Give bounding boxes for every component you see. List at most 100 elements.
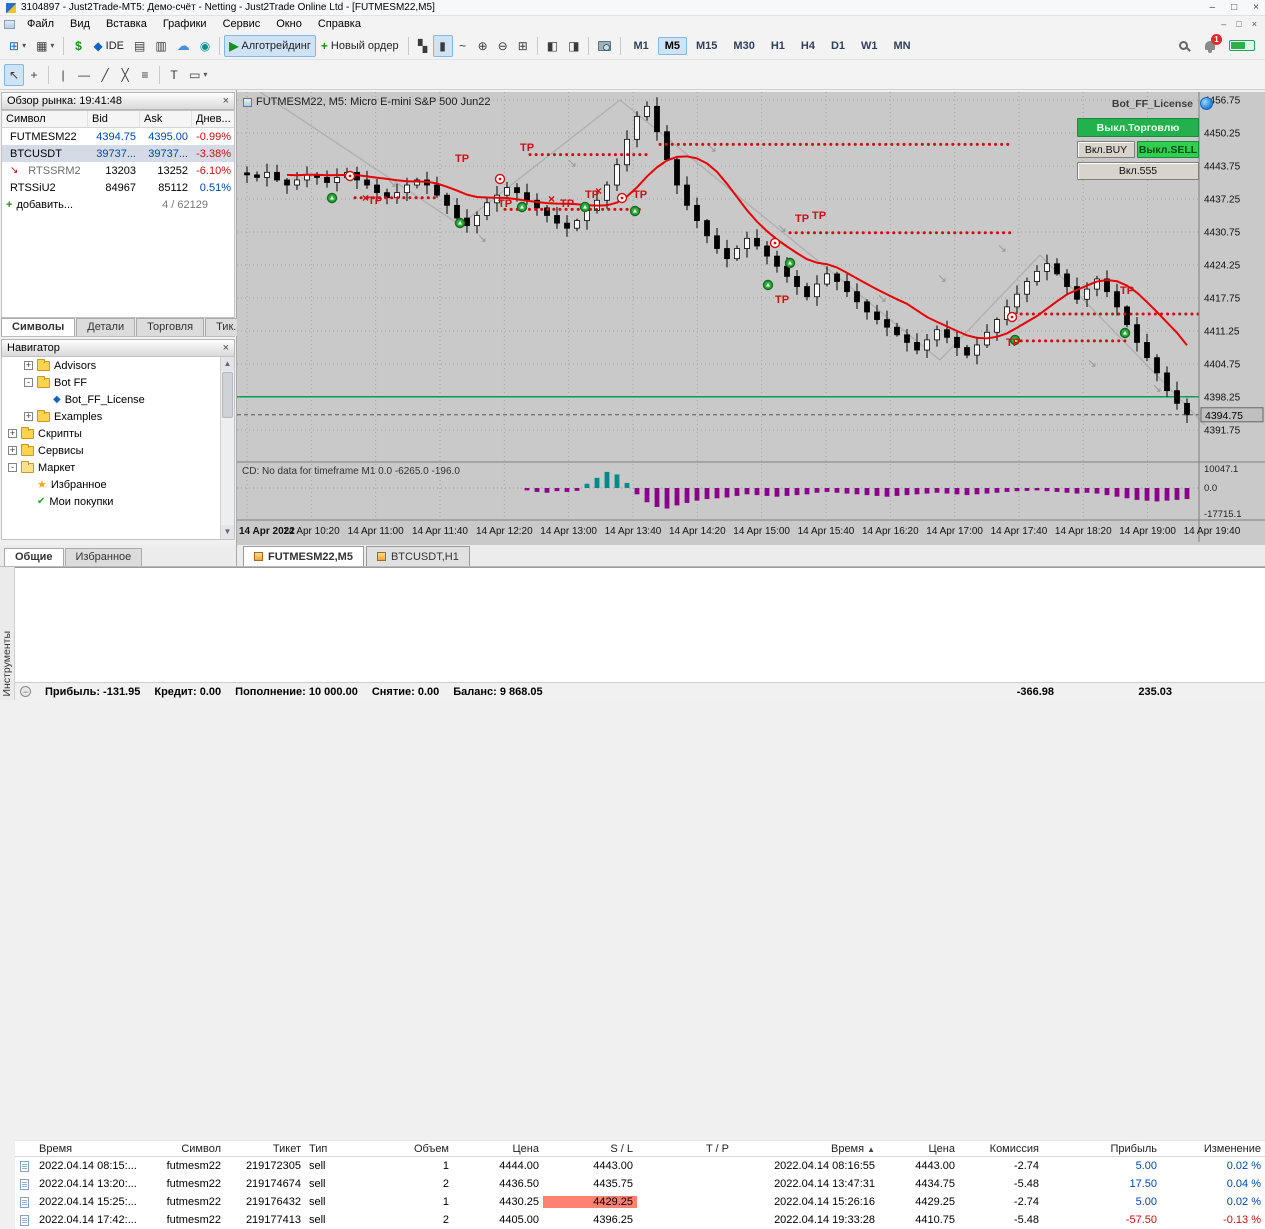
- menu-item-0[interactable]: Файл: [19, 17, 62, 31]
- market-watch-column-header[interactable]: Ask: [140, 111, 192, 127]
- navigator-scrollbar[interactable]: ▲ ▼: [220, 357, 234, 539]
- crosshair-tool-button[interactable]: +: [24, 64, 44, 86]
- history-row-3[interactable]: 2022.04.14 17:42:... futmesm22 219177413 se…: [15, 1211, 1265, 1229]
- toggle-trading-button[interactable]: Выкл.Торговлю: [1077, 118, 1199, 137]
- data-window-button[interactable]: ▤: [129, 35, 150, 57]
- search-button[interactable]: [1173, 35, 1193, 57]
- text-tool-button[interactable]: T: [164, 64, 184, 86]
- history-column-header-12[interactable]: Изменение: [1161, 1143, 1265, 1155]
- navigator-item-1[interactable]: - Bot FF: [2, 374, 234, 391]
- timeframe-m30-button[interactable]: M30: [726, 37, 761, 55]
- vertical-line-tool-button[interactable]: |: [53, 64, 73, 86]
- market-watch-column-header[interactable]: Bid: [88, 111, 140, 127]
- cursor-tool-button[interactable]: ↖: [4, 63, 25, 86]
- tick-chart-button[interactable]: ▚: [413, 35, 433, 57]
- menu-item-2[interactable]: Вставка: [98, 17, 155, 31]
- strategy-tester-button[interactable]: ▥: [150, 35, 171, 57]
- candle-chart-button[interactable]: ▮: [432, 34, 453, 57]
- line-chart-button[interactable]: ~: [453, 35, 473, 57]
- notifications-button[interactable]: 1: [1203, 33, 1222, 54]
- timeframe-w1-button[interactable]: W1: [854, 37, 885, 55]
- scroll-up-icon[interactable]: ▲: [221, 357, 234, 371]
- market-watch-row-3[interactable]: RTSSiU2 84967 85112 0.51%: [2, 179, 234, 196]
- arrange-left-button[interactable]: ◧: [542, 35, 563, 57]
- history-column-header-8[interactable]: Время ▲: [733, 1143, 879, 1155]
- timeframe-m15-button[interactable]: M15: [689, 37, 724, 55]
- menu-item-4[interactable]: Сервис: [215, 17, 269, 31]
- market-watch-row-1[interactable]: BTCUSDT 39737... 39737... -3.38%: [2, 145, 234, 162]
- navigator-tab-0[interactable]: Общие: [4, 548, 64, 566]
- toggle-sell-button[interactable]: Выкл.SELL: [1137, 141, 1199, 158]
- close-icon[interactable]: ×: [223, 342, 229, 354]
- channel-tool-button[interactable]: ╳: [115, 64, 135, 86]
- menu-item-6[interactable]: Справка: [310, 17, 369, 31]
- collapse-icon[interactable]: -: [24, 378, 33, 387]
- market-watch-tab-2[interactable]: Торговля: [136, 318, 205, 336]
- mdi-close-button[interactable]: ×: [1252, 19, 1257, 29]
- navigator-item-6[interactable]: - Маркет: [2, 459, 234, 476]
- chart-region[interactable]: ↘ ↘ ↘ ↘ ↘ ↘ ↘ ↘ ↘ ↘ × × × TP TP TP TP TP TP TP TP TP TP TP TP CD:…: [237, 92, 1265, 545]
- navigator-item-3[interactable]: + Examples: [2, 408, 234, 425]
- ide-button[interactable]: ◆ IDE: [88, 35, 129, 57]
- scrollbar-thumb[interactable]: [222, 372, 233, 418]
- minimize-button[interactable]: –: [1210, 2, 1216, 13]
- toggle-555-button[interactable]: Вкл.555: [1077, 162, 1199, 180]
- timeframe-h1-button[interactable]: H1: [764, 37, 792, 55]
- mdi-minimize-button[interactable]: –: [1221, 19, 1226, 29]
- history-column-header-2[interactable]: Тикет: [225, 1143, 305, 1155]
- market-watch-column-header[interactable]: Днев...: [192, 111, 234, 127]
- fibonacci-tool-button[interactable]: ≡: [135, 64, 155, 86]
- menu-item-5[interactable]: Окно: [268, 17, 310, 31]
- toggle-buy-button[interactable]: Вкл.BUY: [1077, 141, 1135, 158]
- timeframe-m1-button[interactable]: M1: [626, 37, 655, 55]
- cloud-button[interactable]: ☁: [172, 35, 195, 57]
- candlestick-chart[interactable]: ↘↘↘↘↘↘↘↘↘↘× ××TPTPTPTP TPTP TPTP TPTPTPTPCD:…: [237, 92, 1265, 542]
- menu-item-3[interactable]: Графики: [155, 17, 215, 31]
- history-row-2[interactable]: 2022.04.14 15:25:... futmesm22 219176432 se…: [15, 1193, 1265, 1211]
- history-column-header-1[interactable]: Символ: [141, 1143, 225, 1155]
- market-watch-row-2[interactable]: ↘ RTSSRM2 13203 13252 -6.10%: [2, 162, 234, 179]
- community-button[interactable]: ◉: [195, 35, 215, 57]
- add-symbol-row[interactable]: + добавить... 4 / 62129: [2, 196, 234, 213]
- history-column-header-11[interactable]: Прибыль: [1043, 1143, 1161, 1155]
- timeframe-d1-button[interactable]: D1: [824, 37, 852, 55]
- screenshot-button[interactable]: [593, 35, 616, 57]
- close-icon[interactable]: ×: [223, 95, 229, 107]
- timeframe-h4-button[interactable]: H4: [794, 37, 822, 55]
- zoom-out-button[interactable]: ⊖: [493, 35, 513, 57]
- navigator-item-4[interactable]: + Скрипты: [2, 425, 234, 442]
- algo-trading-button[interactable]: ▶ Алготрейдинг: [224, 34, 316, 57]
- history-column-header-10[interactable]: Комиссия: [959, 1143, 1043, 1155]
- navigator-tab-1[interactable]: Избранное: [64, 548, 143, 566]
- market-watch-tab-1[interactable]: Детали: [76, 318, 136, 336]
- history-column-header-4[interactable]: Объем: [347, 1143, 453, 1155]
- chart-tab-0[interactable]: FUTMESM22,M5: [243, 546, 364, 566]
- toolbox-vertical-tab[interactable]: Инструменты: [0, 567, 15, 700]
- history-column-header-5[interactable]: Цена: [453, 1143, 543, 1155]
- arrange-right-button[interactable]: ◨: [563, 35, 584, 57]
- collapse-icon[interactable]: -: [8, 463, 17, 472]
- scroll-down-icon[interactable]: ▼: [221, 525, 234, 539]
- profiles-button[interactable]: ▦ ▾: [31, 35, 59, 57]
- expand-icon[interactable]: +: [8, 429, 17, 438]
- history-column-header-7[interactable]: T / P: [637, 1143, 733, 1155]
- menu-item-1[interactable]: Вид: [62, 17, 98, 31]
- trendline-tool-button[interactable]: ╱: [95, 64, 115, 86]
- history-column-header-0[interactable]: Время: [35, 1143, 141, 1155]
- expand-icon[interactable]: +: [8, 446, 17, 455]
- navigator-item-5[interactable]: + Сервисы: [2, 442, 234, 459]
- history-column-header-9[interactable]: Цена: [879, 1143, 959, 1155]
- chart-tab-1[interactable]: BTCUSDT,H1: [365, 546, 470, 566]
- market-watch-tab-0[interactable]: Символы: [1, 318, 76, 336]
- history-column-header-3[interactable]: Тип: [305, 1143, 347, 1155]
- tile-windows-button[interactable]: ⊞: [513, 35, 533, 57]
- navigator-item-7[interactable]: ★ Избранное: [2, 476, 234, 493]
- zoom-in-button[interactable]: ⊕: [473, 35, 493, 57]
- history-row-1[interactable]: 2022.04.14 13:20:... futmesm22 219174674 se…: [15, 1175, 1265, 1193]
- restore-button[interactable]: □: [1231, 2, 1237, 13]
- navigator-item-2[interactable]: ◆ Bot_FF_License: [2, 391, 234, 408]
- history-column-header-6[interactable]: S / L: [543, 1143, 637, 1155]
- close-button[interactable]: ×: [1253, 2, 1259, 13]
- market-watch-button[interactable]: $: [68, 35, 88, 57]
- mdi-restore-button[interactable]: □: [1236, 19, 1241, 29]
